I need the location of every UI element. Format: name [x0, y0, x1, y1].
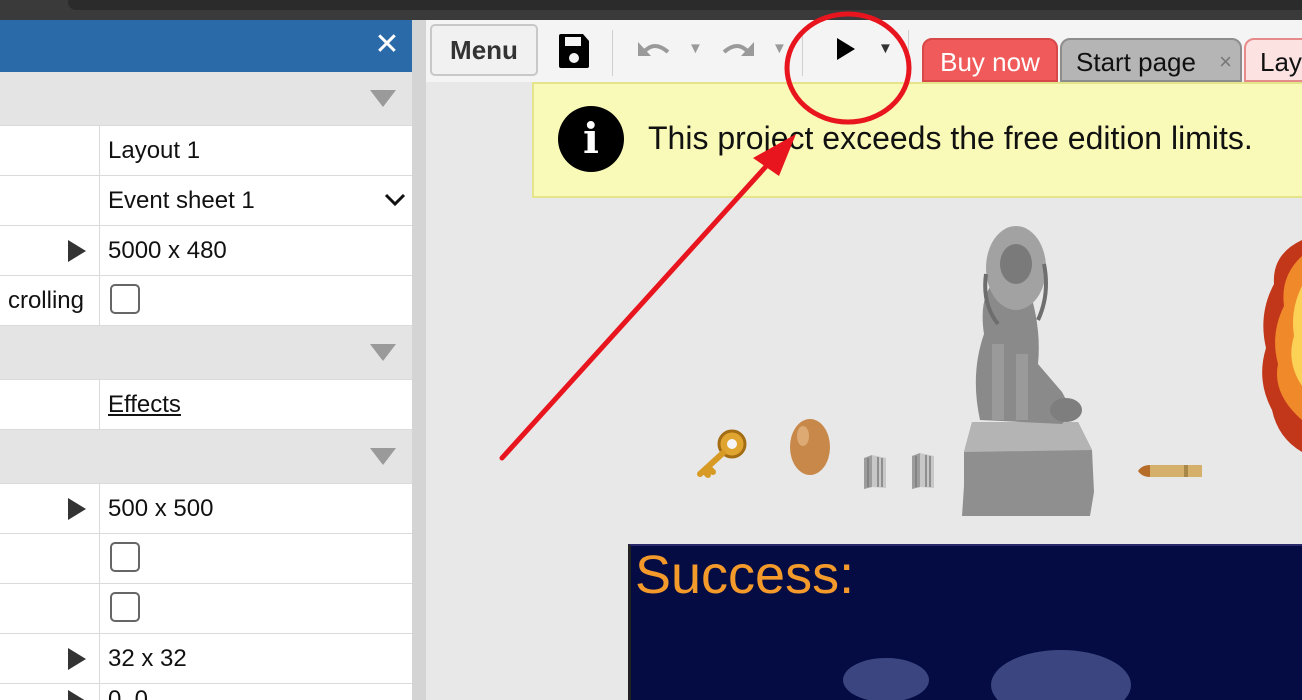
property-row-event-sheet[interactable]: Event sheet 1 [0, 176, 412, 226]
tab-buy-now[interactable]: Buy now [922, 38, 1058, 82]
property-row-effects[interactable]: Effects [0, 380, 412, 430]
property-row-layout-size[interactable]: 5000 x 480 [0, 226, 412, 276]
egg-sprite[interactable] [788, 414, 832, 478]
property-label-cell [0, 634, 100, 683]
expand-arrow-icon[interactable] [68, 498, 86, 520]
property-row-partial[interactable]: 0, 0 [0, 684, 412, 700]
success-text: Success: [635, 545, 855, 605]
play-icon[interactable] [832, 26, 860, 72]
cloud-shape [843, 658, 929, 700]
property-category[interactable] [0, 430, 412, 484]
panel-header: ✕ [0, 20, 412, 72]
metal-sheet-sprite[interactable] [862, 454, 888, 490]
redo-icon[interactable] [718, 26, 758, 72]
tab-start-page-label: Start page [1076, 47, 1196, 77]
undo-icon[interactable] [634, 26, 674, 72]
success-panel-sprite[interactable]: Success: [628, 544, 1302, 700]
property-label-cell [0, 684, 100, 700]
property-category[interactable] [0, 326, 412, 380]
expand-arrow-icon[interactable] [68, 690, 86, 700]
property-row-window-size[interactable]: 500 x 500 [0, 484, 412, 534]
layout-size-value[interactable]: 5000 x 480 [108, 237, 227, 265]
partial-value[interactable]: 0, 0 [108, 686, 148, 700]
chevron-down-icon[interactable] [384, 192, 406, 208]
property-label-cell [0, 126, 100, 175]
key-sprite[interactable] [692, 426, 754, 482]
property-label-cell [0, 584, 100, 633]
explosion-sprite[interactable] [1256, 236, 1302, 454]
property-label-cell [0, 380, 100, 429]
collapse-arrow-icon[interactable] [370, 90, 396, 107]
cloud-shape [991, 650, 1131, 700]
undo-dropdown-icon[interactable]: ▼ [688, 40, 703, 57]
property-label-cell [0, 534, 100, 583]
properties-panel: ✕ Layout 1 Event sheet 1 5000 x 480 crol… [0, 20, 412, 700]
property-row-name[interactable]: Layout 1 [0, 126, 412, 176]
property-checkbox[interactable] [110, 592, 140, 622]
pointer-arrow-line [499, 159, 773, 461]
unbounded-scrolling-checkbox[interactable] [110, 284, 140, 314]
preview-dropdown-icon[interactable]: ▼ [878, 40, 893, 57]
tab-close-icon[interactable]: × [1219, 40, 1232, 80]
notice-message: This project exceeds the free edition li… [648, 120, 1253, 156]
property-label-cell [0, 176, 100, 225]
property-checkbox[interactable] [110, 542, 140, 572]
property-category[interactable] [0, 72, 412, 126]
toolbar-separator [612, 30, 613, 76]
expand-arrow-icon[interactable] [68, 648, 86, 670]
property-label-cell [0, 484, 100, 533]
title-strip [0, 0, 1302, 20]
event-sheet-select[interactable]: Event sheet 1 [108, 187, 255, 215]
property-row-unbounded-scrolling[interactable]: crolling [0, 276, 412, 326]
bullet-sprite[interactable] [1136, 462, 1204, 480]
property-label-cell: crolling [0, 276, 100, 325]
property-row-checkbox-a[interactable] [0, 534, 412, 584]
free-edition-notice: i This project exceeds the free edition … [532, 82, 1302, 198]
property-row-grid-size[interactable]: 32 x 32 [0, 634, 412, 684]
property-row-checkbox-b[interactable] [0, 584, 412, 634]
expand-arrow-icon[interactable] [68, 240, 86, 262]
info-icon: i [558, 106, 624, 172]
toolbar-separator [802, 30, 803, 76]
lion-statue-sprite[interactable] [958, 224, 1098, 520]
grid-size-value[interactable]: 32 x 32 [108, 645, 187, 673]
property-label-cell [0, 226, 100, 275]
tab-start-page[interactable]: Start page × [1060, 38, 1242, 82]
metal-sheet-sprite[interactable] [910, 452, 936, 490]
unbounded-scrolling-label: crolling [7, 287, 84, 314]
window-size-value[interactable]: 500 x 500 [108, 495, 213, 523]
menu-button[interactable]: Menu [430, 24, 538, 76]
effects-link[interactable]: Effects [108, 391, 181, 419]
redo-dropdown-icon[interactable]: ▼ [772, 40, 787, 57]
save-icon[interactable] [556, 26, 592, 72]
panel-splitter[interactable] [412, 20, 426, 700]
layout-name-value[interactable]: Layout 1 [108, 137, 200, 165]
collapse-arrow-icon[interactable] [370, 344, 396, 361]
collapse-arrow-icon[interactable] [370, 448, 396, 465]
app-window: { "panel": { "close_icon": "close-icon",… [0, 0, 1302, 700]
close-icon[interactable]: ✕ [372, 30, 402, 60]
tab-layout[interactable]: Lay [1244, 38, 1302, 82]
title-strip-pill [68, 0, 1302, 10]
toolbar-separator [908, 30, 909, 76]
